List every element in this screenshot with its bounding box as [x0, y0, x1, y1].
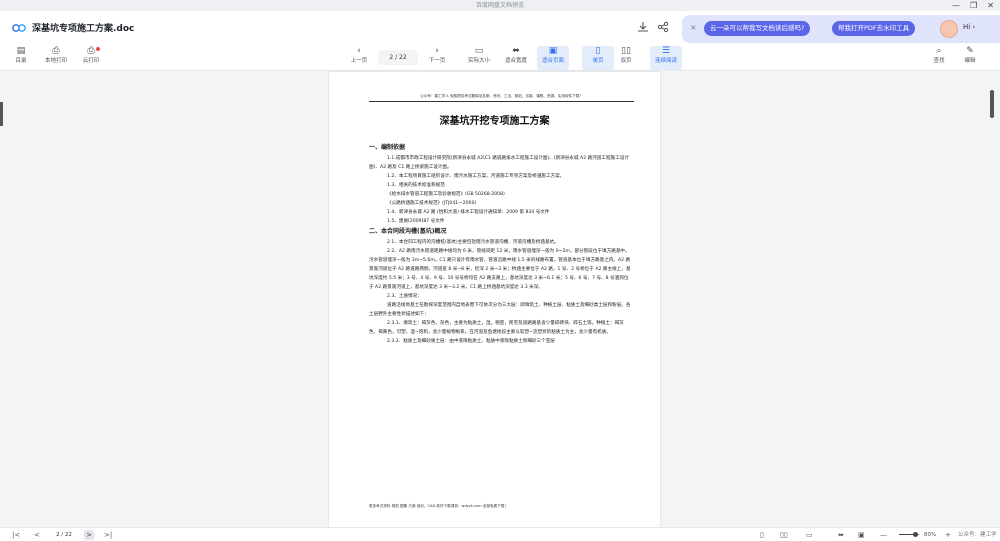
prev-page-button[interactable]: ‹ 上一页: [343, 46, 375, 70]
window-titlebar: 百度网盘文档预览 — ❐ ✕: [0, 0, 1000, 11]
viewer-toolbar: ▤ 目录 ⎙ 本地打印 ⎙ 云打印 ‹ 上一页 2 / 22 › 下一页 ▭ 实…: [0, 44, 1000, 71]
status-bar: |< < 2 / 22 > >| ▯ ▯▯ ▭ ⬌ ▣ — 80% + 公众号：…: [0, 527, 1000, 541]
printer-icon: ⎙: [52, 46, 60, 56]
pencil-icon: ✎: [966, 46, 974, 56]
edit-button[interactable]: ✎ 编辑: [954, 46, 986, 70]
single-page-view-icon[interactable]: ▯: [760, 529, 764, 541]
page-header: 公众号：建工学人 免费提供考试题库及答案、资讯、工法、规范、试卷、课程、资源、实…: [369, 94, 634, 102]
cloud-printer-icon: ⎙: [87, 46, 95, 56]
ai-greeting[interactable]: Hi ›: [963, 23, 975, 31]
chevron-right-circle-icon: ›: [435, 46, 439, 56]
ai-bar-close-icon[interactable]: ×: [690, 23, 697, 33]
status-page-indicator[interactable]: 2 / 22: [48, 530, 80, 540]
double-page-view-icon[interactable]: ▯▯: [780, 529, 788, 541]
cloud-print-button[interactable]: ⎙ 云打印: [75, 46, 107, 70]
section-heading: 一、编制依据: [369, 144, 406, 151]
document-body: 一、编制依据 1.1.成都市市政工程设计研究院(新津县永城 A2\C1 路道路排…: [369, 142, 631, 346]
minimize-icon[interactable]: —: [952, 0, 960, 11]
double-page-icon: ▯▯: [621, 46, 631, 56]
paragraph: 2.3、土质情况：: [387, 294, 422, 299]
vertical-scrollbar[interactable]: [990, 90, 994, 118]
fit-page-button[interactable]: ▣ 适合页面: [537, 46, 569, 70]
paragraph: 1.3、相关的技术标准和规范: [387, 183, 445, 188]
continuous-read-button[interactable]: ☰ 连续阅读: [650, 46, 682, 70]
document-title: 深基坑专项施工方案.doc: [12, 21, 134, 34]
zoom-in-button[interactable]: +: [945, 529, 951, 541]
catalog-icon: ▤: [16, 46, 26, 56]
restore-icon[interactable]: ❐: [970, 0, 977, 11]
page-footer: 更多考试资料 规范 图集 方案 培训、CAD 软件下载请到：wdzyk.com …: [369, 504, 508, 508]
paragraph: 2.3.2、粘质土及细砂质土层：由中液限粘质土、粘质中液限粘质土和细砂三个亚层: [387, 339, 555, 344]
last-page-button[interactable]: >|: [104, 529, 112, 541]
close-window-icon[interactable]: ✕: [987, 0, 994, 11]
paragraph: 《公路桥涵施工技术规范》(JTJ041—2000): [387, 201, 477, 206]
local-print-button[interactable]: ⎙ 本地打印: [40, 46, 72, 70]
download-icon[interactable]: [636, 21, 650, 35]
search-button[interactable]: ⌕ 查找: [923, 46, 955, 70]
fit-width-button[interactable]: ⬌ 适合宽度: [500, 46, 532, 70]
paragraph: 1.2、本工程项目施工组织设计、雨污水施工方案、河道施工专项方案及桥涵施工方案。: [387, 174, 565, 179]
continuous-read-icon: ☰: [661, 46, 671, 56]
prev-page-status-button[interactable]: <: [34, 529, 40, 541]
document-title-text: 深基坑专项施工方案.doc: [32, 24, 135, 34]
catalog-button[interactable]: ▤ 目录: [5, 46, 37, 70]
next-page-status-button[interactable]: >: [84, 530, 94, 540]
ai-suggestion-2[interactable]: 帮我打开PDF去水印工具: [832, 21, 916, 36]
continuous-view-icon[interactable]: ▭: [806, 529, 813, 541]
zoom-out-button[interactable]: —: [880, 529, 887, 541]
paragraph: 1.1.成都市市政工程设计研究院(新津县永城 A2\C1 路道路排水工程施工设计…: [369, 156, 629, 170]
window-title: 百度网盘文档预览: [475, 2, 524, 9]
document-heading: 深基坑开挖专项施工方案: [439, 116, 550, 127]
fit-page-icon: ▣: [548, 46, 558, 56]
search-icon: ⌕: [936, 46, 942, 56]
zoom-value: 80%: [924, 532, 937, 538]
paragraph: 2.3.1、填筑土：褐灰色、杂色，主要为粘质土，湿，稍密，民宅及道路路基含少量碎…: [369, 321, 624, 335]
chevron-left-circle-icon: ‹: [357, 46, 361, 56]
paragraph: 1.4、新津县永城 A2 路 (怡和大道) 排水工程设计通知单：2009 第 8…: [387, 210, 550, 215]
fit-page-view-icon[interactable]: ▣: [858, 529, 865, 541]
paragraph: 2.1、本合同工程内的沟槽桩(基坑)主要包括雨污水管道沟槽、河道沟槽及桥涵基坑。: [387, 240, 559, 245]
paragraph: 2.2、A2 路雨污水管道距路中线均为 6 米，管线间距 12 米，雨水管道埋深…: [369, 249, 631, 290]
baidu-netdisk-logo-icon: [12, 23, 26, 32]
fit-width-icon: ⬌: [512, 46, 520, 56]
paragraph: 道路沿线地基土在勘探深度范围内自地表而下可依次分为三大层：即填筑土、种植土层、粘…: [369, 303, 631, 317]
first-page-button[interactable]: |<: [12, 529, 20, 541]
zoom-slider[interactable]: [899, 532, 919, 537]
paragraph: 《给水排水管道工程施工及验收规范》(GB 50268-2008): [387, 192, 505, 197]
window-controls: — ❐ ✕: [952, 0, 994, 11]
page-number-input[interactable]: 2 / 22: [378, 50, 418, 65]
ai-assistant-bar: × 云一朵可以帮我写文档读后感吗? 帮我打开PDF去水印工具 Hi ›: [682, 15, 1000, 43]
section-heading: 二、本合同段沟槽(基坑)概况: [369, 228, 447, 235]
fit-width-view-icon[interactable]: ⬌: [838, 529, 844, 541]
next-page-button[interactable]: › 下一页: [421, 46, 453, 70]
document-page: 公众号：建工学人 免费提供考试题库及答案、资讯、工法、规范、试卷、课程、资源、实…: [329, 72, 660, 527]
actual-size-button[interactable]: ▭ 实际大小: [463, 46, 495, 70]
actual-size-icon: ▭: [474, 46, 484, 56]
double-page-button[interactable]: ▯▯ 双页: [610, 46, 642, 70]
watermark-text: 公众号：建工学人: [958, 532, 997, 538]
sidebar-collapse-handle[interactable]: [0, 102, 3, 126]
notification-dot: [96, 47, 100, 51]
ai-suggestion-1[interactable]: 云一朵可以帮我写文档读后感吗?: [704, 21, 811, 36]
ai-avatar[interactable]: [940, 20, 958, 38]
zoom-slider-knob[interactable]: [912, 532, 918, 537]
share-icon[interactable]: [656, 21, 670, 35]
paragraph: 1.5、建质[2009]87 号文件: [387, 219, 445, 224]
